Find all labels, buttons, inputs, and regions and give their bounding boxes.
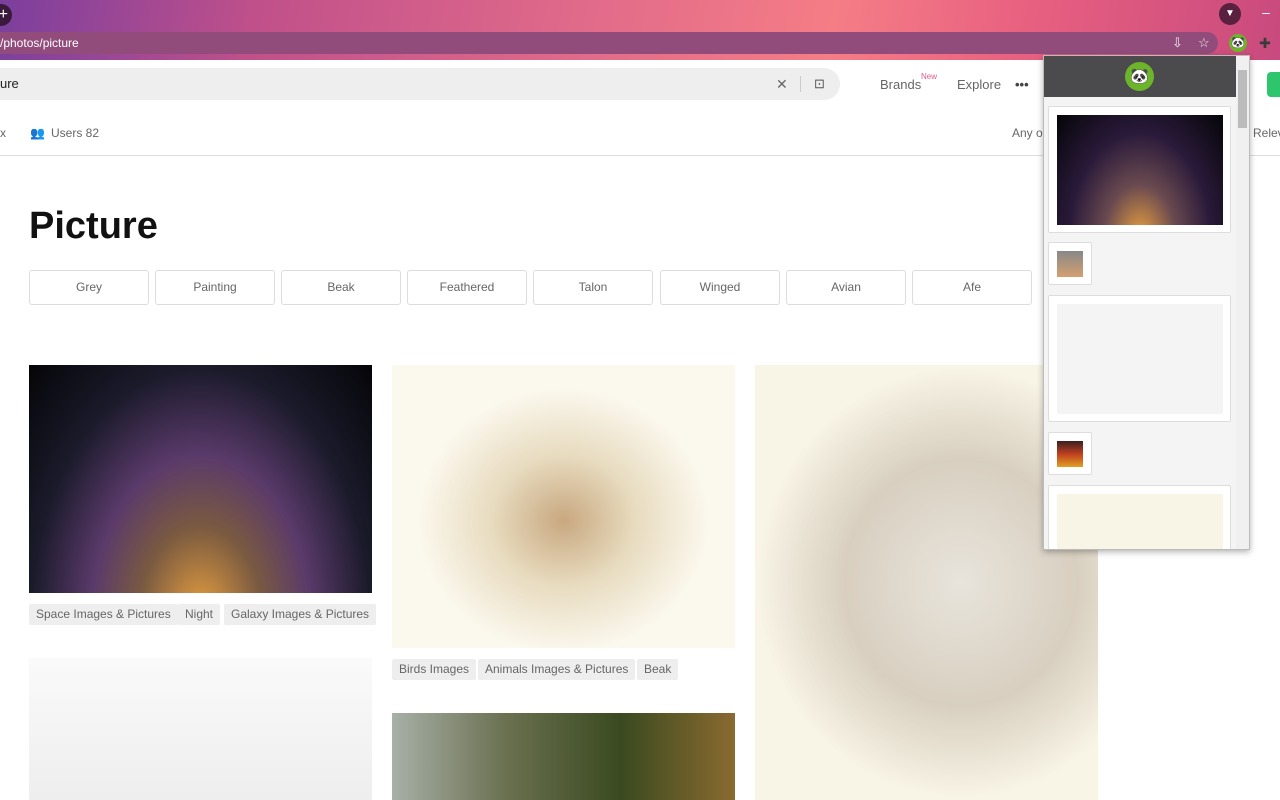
popup-item[interactable] xyxy=(1048,432,1092,475)
bookmark-star-icon[interactable]: ☆ xyxy=(1198,32,1210,54)
tag[interactable]: Animals Images & Pictures xyxy=(478,659,636,680)
nav-explore[interactable]: Explore xyxy=(957,77,1001,92)
photo-birds-painting[interactable] xyxy=(392,365,735,648)
popup-item[interactable] xyxy=(1048,485,1231,549)
filter-users[interactable]: Users 82 xyxy=(51,126,99,140)
browser-titlebar: + ▼ – /photos/picture ⇩ ☆ 🐼 ✚ xyxy=(0,0,1280,60)
chip-winged[interactable]: Winged xyxy=(660,270,780,305)
divider xyxy=(800,76,801,92)
search-value: ure xyxy=(0,76,19,91)
thumbnail-portrait xyxy=(1057,251,1083,277)
popup-scrollbar[interactable] xyxy=(1236,56,1249,549)
tag[interactable]: Space Images & Pictures xyxy=(29,604,178,625)
nav-brands[interactable]: Brands xyxy=(880,77,921,92)
extensions-puzzle-icon[interactable]: ✚ xyxy=(1256,34,1274,52)
thumbnail-owl xyxy=(1057,494,1223,549)
profile-icon[interactable]: ▼ xyxy=(1219,3,1241,25)
chip-afe[interactable]: Afe xyxy=(912,270,1032,305)
address-bar[interactable]: /photos/picture ⇩ ☆ xyxy=(0,32,1218,54)
page-title: Picture xyxy=(29,205,158,247)
search-input[interactable]: ure ✕ ⊡ xyxy=(0,68,840,100)
thumbnail-wall-decor xyxy=(1057,304,1223,414)
photo-forest[interactable] xyxy=(392,713,735,800)
chip-feathered[interactable]: Feathered xyxy=(407,270,527,305)
sort-filter[interactable]: Relev xyxy=(1253,126,1280,140)
popup-item[interactable] xyxy=(1048,242,1092,285)
thumbnail-galaxy xyxy=(1057,115,1223,225)
new-badge: New xyxy=(921,72,938,81)
new-tab-button[interactable]: + xyxy=(0,4,12,26)
more-menu-button[interactable]: ••• xyxy=(1015,77,1029,92)
panda-logo-icon: 🐼 xyxy=(1125,62,1154,91)
panda-extension-icon[interactable]: 🐼 xyxy=(1229,34,1247,52)
chip-avian[interactable]: Avian xyxy=(786,270,906,305)
install-icon[interactable]: ⇩ xyxy=(1172,32,1183,54)
chip-grey[interactable]: Grey xyxy=(29,270,149,305)
tag[interactable]: Birds Images xyxy=(392,659,477,680)
minimize-button[interactable]: – xyxy=(1262,4,1270,20)
thumbnail-image xyxy=(1057,441,1083,467)
chip-beak[interactable]: Beak xyxy=(281,270,401,305)
clear-icon[interactable]: ✕ xyxy=(776,68,788,100)
photo-galaxy[interactable] xyxy=(29,365,372,593)
popup-item[interactable] xyxy=(1048,295,1231,422)
photo-wall-decor[interactable] xyxy=(29,658,372,800)
tag[interactable]: Night xyxy=(178,604,221,625)
chip-talon[interactable]: Talon xyxy=(533,270,653,305)
filter-tab-partial[interactable]: x xyxy=(0,126,6,140)
visual-search-icon[interactable]: ⊡ xyxy=(814,68,825,100)
popup-header: 🐼 xyxy=(1044,56,1249,97)
orientation-filter[interactable]: Any o xyxy=(1012,126,1043,140)
tag[interactable]: Beak xyxy=(637,659,679,680)
users-icon: 👥 xyxy=(30,126,45,140)
join-button[interactable] xyxy=(1267,72,1280,97)
chip-painting[interactable]: Painting xyxy=(155,270,275,305)
extension-popup: 🐼 xyxy=(1043,55,1250,550)
popup-item[interactable] xyxy=(1048,106,1231,233)
tag[interactable]: Galaxy Images & Pictures xyxy=(224,604,377,625)
url-text: /photos/picture xyxy=(0,36,79,50)
scrollbar-thumb[interactable] xyxy=(1238,70,1247,128)
